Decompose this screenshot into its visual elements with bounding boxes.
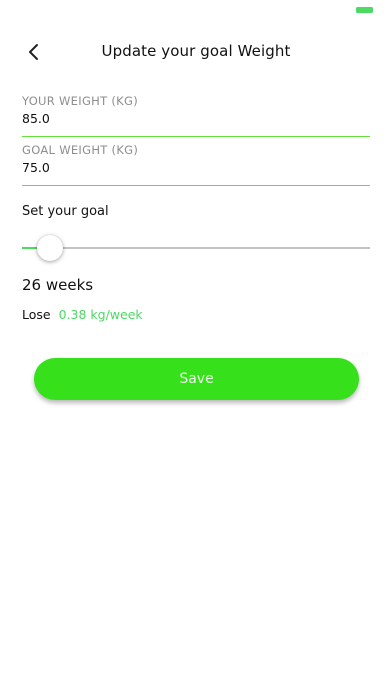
- page-title: Update your goal Weight: [101, 42, 291, 60]
- goal-weight-input[interactable]: [22, 160, 322, 175]
- goal-weight-field[interactable]: GOAL WEIGHT (KG): [22, 143, 370, 186]
- save-button[interactable]: Save: [34, 358, 359, 400]
- current-weight-input[interactable]: [22, 111, 322, 126]
- header: Update your goal Weight: [0, 30, 392, 74]
- weekly-rate: 0.38 kg/week: [58, 307, 143, 322]
- battery-icon: [356, 7, 373, 13]
- slider-track: [22, 247, 370, 249]
- set-goal-label: Set your goal: [22, 204, 109, 219]
- slider-thumb[interactable]: [36, 235, 63, 261]
- goal-weight-label: GOAL WEIGHT (KG): [22, 143, 139, 157]
- goal-slider[interactable]: [22, 235, 370, 263]
- duration-text: 26 weeks: [22, 276, 94, 294]
- lose-label: Lose: [22, 307, 51, 322]
- current-weight-field[interactable]: YOUR WEIGHT (KG): [22, 94, 370, 137]
- current-weight-label: YOUR WEIGHT (KG): [22, 94, 139, 108]
- lose-rate-row: Lose 0.38 kg/week: [22, 307, 143, 322]
